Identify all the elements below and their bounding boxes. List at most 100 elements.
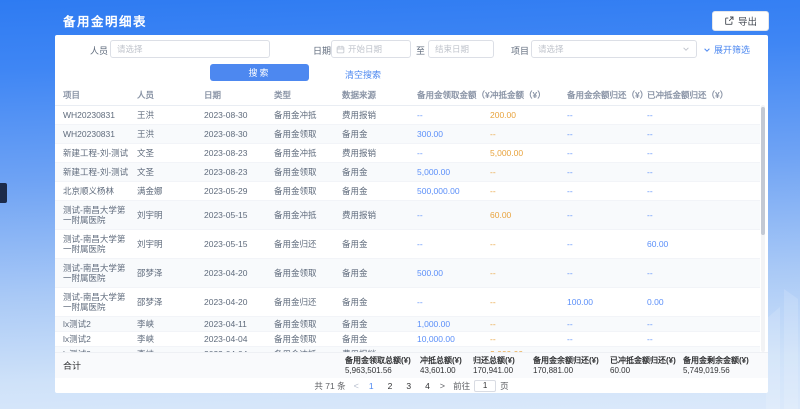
export-label: 导出 xyxy=(738,14,757,28)
table-header-row: 项目人员日期类型数据来源备用金领取金额（¥）冲抵金额（¥）备用金余额归还（¥）已… xyxy=(55,85,760,105)
date-start-input[interactable] xyxy=(348,44,410,54)
expand-filters-link[interactable]: 展开筛选 xyxy=(703,43,750,56)
person-filter-box xyxy=(110,40,270,58)
cell-person: 刘宇明 xyxy=(137,200,204,229)
prev-page-button[interactable]: < xyxy=(354,381,359,391)
search-button[interactable]: 搜索 xyxy=(210,64,309,81)
person-filter-input[interactable] xyxy=(111,44,269,54)
cell-balance-return: -- xyxy=(567,200,647,229)
goto-page-input[interactable] xyxy=(474,380,496,392)
cell-date: 2023-08-30 xyxy=(204,106,274,125)
drawer-handle[interactable] xyxy=(0,183,7,203)
cell-date: 2023-04-11 xyxy=(204,316,274,331)
cell-offset-amount: -- xyxy=(490,258,567,287)
summary-item: 归还总额(¥)170,941.00 xyxy=(473,356,515,376)
table-row[interactable]: lx测试2 李峡 2023-04-11 备用金领取 备用金 1,000.00 -… xyxy=(55,316,760,331)
table-scrollbar-thumb[interactable] xyxy=(761,107,765,235)
cell-balance-return: -- xyxy=(567,331,647,346)
cell-source: 备用金 xyxy=(342,229,417,258)
date-end-box xyxy=(428,40,494,58)
cell-received-amount: 1,000.00 xyxy=(417,316,490,331)
summary-item: 备用金领取总额(¥)5,963,501.56 xyxy=(345,356,411,376)
summary-item-label: 备用金余额归还(¥) xyxy=(533,356,599,366)
table-row[interactable]: 测试-南昌大学第一附属医院 刘宇明 2023-05-15 备用金冲抵 费用报销 … xyxy=(55,200,760,229)
date-start-box xyxy=(331,40,411,58)
date-end-input[interactable] xyxy=(435,44,493,54)
cell-offset-amount: 5,000.00 xyxy=(490,143,567,162)
export-icon xyxy=(724,16,734,26)
cell-project: 测试-南昌大学第一附属医院 xyxy=(55,229,137,258)
summary-item-label: 已冲抵金额归还(¥) xyxy=(610,356,676,366)
table-row[interactable]: WH20230831 王洪 2023-08-30 备用金冲抵 费用报销 -- 2… xyxy=(55,106,760,125)
cell-project: WH20230831 xyxy=(55,106,137,125)
cell-person: 刘宇明 xyxy=(137,229,204,258)
cell-project: 测试-南昌大学第一附属医院 xyxy=(55,200,137,229)
table-row[interactable]: 新建工程-刘-测试 文圣 2023-08-23 备用金冲抵 费用报销 -- 5,… xyxy=(55,143,760,162)
cell-balance-return: -- xyxy=(567,124,647,143)
cell-offset-amount: -- xyxy=(490,229,567,258)
cell-balance-return: -- xyxy=(567,316,647,331)
summary-item: 备用金余额归还(¥)170,881.00 xyxy=(533,356,599,376)
cell-received-amount: -- xyxy=(417,200,490,229)
cell-date: 2023-04-20 xyxy=(204,258,274,287)
cell-source: 备用金 xyxy=(342,258,417,287)
table-row[interactable]: WH20230831 王洪 2023-08-30 备用金领取 备用金 300.0… xyxy=(55,124,760,143)
table-row[interactable]: lx测试2 李峡 2023-04-04 备用金领取 备用金 10,000.00 … xyxy=(55,331,760,346)
summary-item-value: 5,749,019.56 xyxy=(683,366,749,376)
cell-offset-return: -- xyxy=(647,181,760,200)
summary-item-label: 归还总额(¥) xyxy=(473,356,515,366)
summary-total-label: 合计 xyxy=(63,353,81,379)
cell-type: 备用金冲抵 xyxy=(274,106,342,125)
cell-person: 邵梦泽 xyxy=(137,287,204,316)
column-header: 数据来源 xyxy=(342,85,417,105)
cell-person: 文圣 xyxy=(137,143,204,162)
cell-offset-return: -- xyxy=(647,200,760,229)
export-button[interactable]: 导出 xyxy=(712,11,769,31)
cell-date: 2023-05-29 xyxy=(204,181,274,200)
cell-project: 测试-南昌大学第一附属医院 xyxy=(55,258,137,287)
cell-source: 费用报销 xyxy=(342,200,417,229)
table-row[interactable]: 测试-南昌大学第一附属医院 邵梦泽 2023-04-20 备用金归还 备用金 -… xyxy=(55,287,760,316)
page-button[interactable]: 2 xyxy=(386,381,395,391)
cell-type: 备用金领取 xyxy=(274,331,342,346)
summary-item-value: 5,963,501.56 xyxy=(345,366,411,376)
table-row[interactable]: 北京顺义杨林 满金娜 2023-05-29 备用金领取 备用金 500,000.… xyxy=(55,181,760,200)
cell-offset-return: 0.00 xyxy=(647,287,760,316)
cell-type: 备用金冲抵 xyxy=(274,143,342,162)
cell-person: 王洪 xyxy=(137,106,204,125)
cell-offset-amount: -- xyxy=(490,316,567,331)
summary-item-value: 43,601.00 xyxy=(420,366,462,376)
cell-balance-return: 100.00 xyxy=(567,287,647,316)
cell-source: 备用金 xyxy=(342,124,417,143)
goto-prefix: 前往 xyxy=(453,380,470,392)
cell-date: 2023-04-20 xyxy=(204,287,274,316)
cell-date: 2023-04-04 xyxy=(204,331,274,346)
table-body-viewport: WH20230831 王洪 2023-08-30 备用金冲抵 费用报销 -- 2… xyxy=(55,106,768,353)
cell-balance-return: -- xyxy=(567,229,647,258)
project-filter-select[interactable]: 请选择 xyxy=(531,40,697,58)
cell-offset-return: -- xyxy=(647,106,760,125)
cell-received-amount: -- xyxy=(417,143,490,162)
table-row[interactable]: 测试-南昌大学第一附属医院 刘宇明 2023-05-15 备用金归还 备用金 -… xyxy=(55,229,760,258)
summary-item-label: 冲抵总额(¥) xyxy=(420,356,462,366)
clear-search-link[interactable]: 清空搜索 xyxy=(345,68,381,81)
cell-offset-amount: -- xyxy=(490,331,567,346)
cell-project: lx测试2 xyxy=(55,316,137,331)
cell-received-amount: -- xyxy=(417,106,490,125)
page-button[interactable]: 4 xyxy=(423,381,432,391)
next-page-button[interactable]: > xyxy=(440,381,445,391)
cell-project: 北京顺义杨林 xyxy=(55,181,137,200)
cell-source: 备用金 xyxy=(342,331,417,346)
page-button[interactable]: 1 xyxy=(367,381,376,391)
cell-person: 满金娜 xyxy=(137,181,204,200)
table-row[interactable]: 测试-南昌大学第一附属医院 邵梦泽 2023-04-20 备用金领取 备用金 5… xyxy=(55,258,760,287)
cell-source: 费用报销 xyxy=(342,106,417,125)
cell-project: lx测试2 xyxy=(55,331,137,346)
content-panel: 人员 日期 至 项目 请选择 展开筛选 搜索 清 xyxy=(55,35,768,393)
cell-person: 邵梦泽 xyxy=(137,258,204,287)
cell-balance-return: -- xyxy=(567,258,647,287)
table-row[interactable]: 新建工程-刘-测试 文圣 2023-08-23 备用金领取 备用金 5,000.… xyxy=(55,162,760,181)
page-button[interactable]: 3 xyxy=(404,381,413,391)
cell-received-amount: 500.00 xyxy=(417,258,490,287)
cell-offset-amount: -- xyxy=(490,124,567,143)
